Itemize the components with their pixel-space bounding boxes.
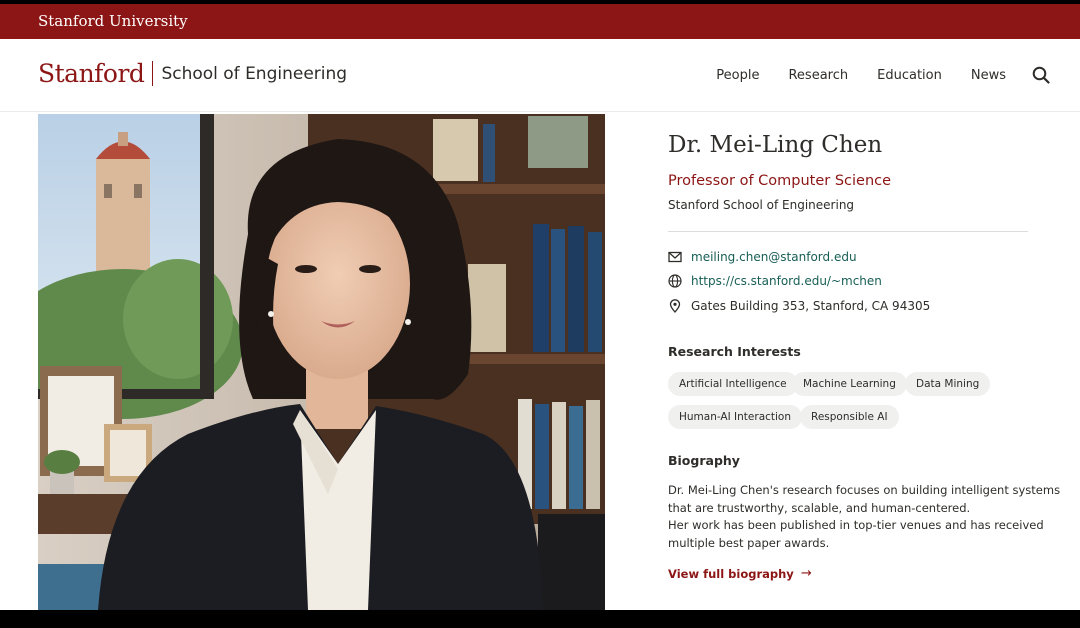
faculty-portrait (38, 114, 605, 610)
global-topbar: Stanford University (0, 4, 1080, 39)
contact-website-row: https://cs.stanford.edu/~mchen (668, 274, 882, 288)
address-text: Gates Building 353, Stanford, CA 94305 (691, 299, 931, 313)
website-link[interactable]: https://cs.stanford.edu/~mchen (691, 274, 882, 288)
nav-people[interactable]: People (716, 68, 759, 83)
logo-school-name: School of Engineering (161, 63, 348, 84)
biography-text: Dr. Mei-Ling Chen's research focuses on … (668, 482, 1061, 552)
view-full-biography-link[interactable]: View full biography → (668, 566, 812, 581)
bio-line: Dr. Mei-Ling Chen's research focuses on … (668, 483, 1061, 497)
arrow-right-icon: → (800, 566, 812, 581)
view-full-biography-label: View full biography (668, 566, 794, 581)
interest-chip[interactable]: Human-AI Interaction (668, 405, 803, 429)
biography-heading: Biography (668, 453, 740, 468)
contact-email-row: meiling.chen@stanford.edu (668, 250, 857, 264)
logo-divider (152, 61, 154, 86)
bio-line: multiple best paper awards. (668, 535, 830, 550)
site-header: Stanford School of Engineering People Re… (0, 39, 1080, 112)
nav-research[interactable]: Research (788, 68, 848, 83)
globe-icon (668, 274, 682, 288)
interest-chip[interactable]: Artificial Intelligence (668, 372, 798, 396)
nav-news[interactable]: News (971, 68, 1006, 83)
bio-line: Her work has been published in top-tier … (668, 518, 1044, 532)
research-interests-heading: Research Interests (668, 344, 801, 359)
interest-chip[interactable]: Machine Learning (792, 372, 907, 396)
stanford-university-link[interactable]: Stanford University (38, 12, 188, 30)
contact-address-row: Gates Building 353, Stanford, CA 94305 (668, 299, 930, 313)
interest-chip[interactable]: Responsible AI (800, 405, 899, 429)
bottom-edge (0, 610, 1080, 628)
interest-chip[interactable]: Data Mining (905, 372, 991, 396)
nav-education[interactable]: Education (877, 68, 942, 83)
main-nav: People Research Education News (687, 66, 1050, 84)
location-pin-icon (668, 299, 682, 313)
school-logo[interactable]: Stanford School of Engineering (38, 59, 347, 88)
search-icon[interactable] (1032, 66, 1050, 84)
section-divider (668, 231, 1028, 232)
faculty-department: Stanford School of Engineering (668, 198, 855, 212)
email-link[interactable]: meiling.chen@stanford.edu (691, 250, 857, 264)
logo-wordmark: Stanford (38, 59, 145, 88)
faculty-name: Dr. Mei-Ling Chen (668, 132, 883, 158)
mail-icon (668, 250, 682, 264)
profile-main: Dr. Mei-Ling Chen Professor of Computer … (0, 112, 1080, 610)
faculty-title: Professor of Computer Science (668, 173, 892, 189)
bio-line: that are trustworthy, scalable, and huma… (668, 500, 971, 515)
